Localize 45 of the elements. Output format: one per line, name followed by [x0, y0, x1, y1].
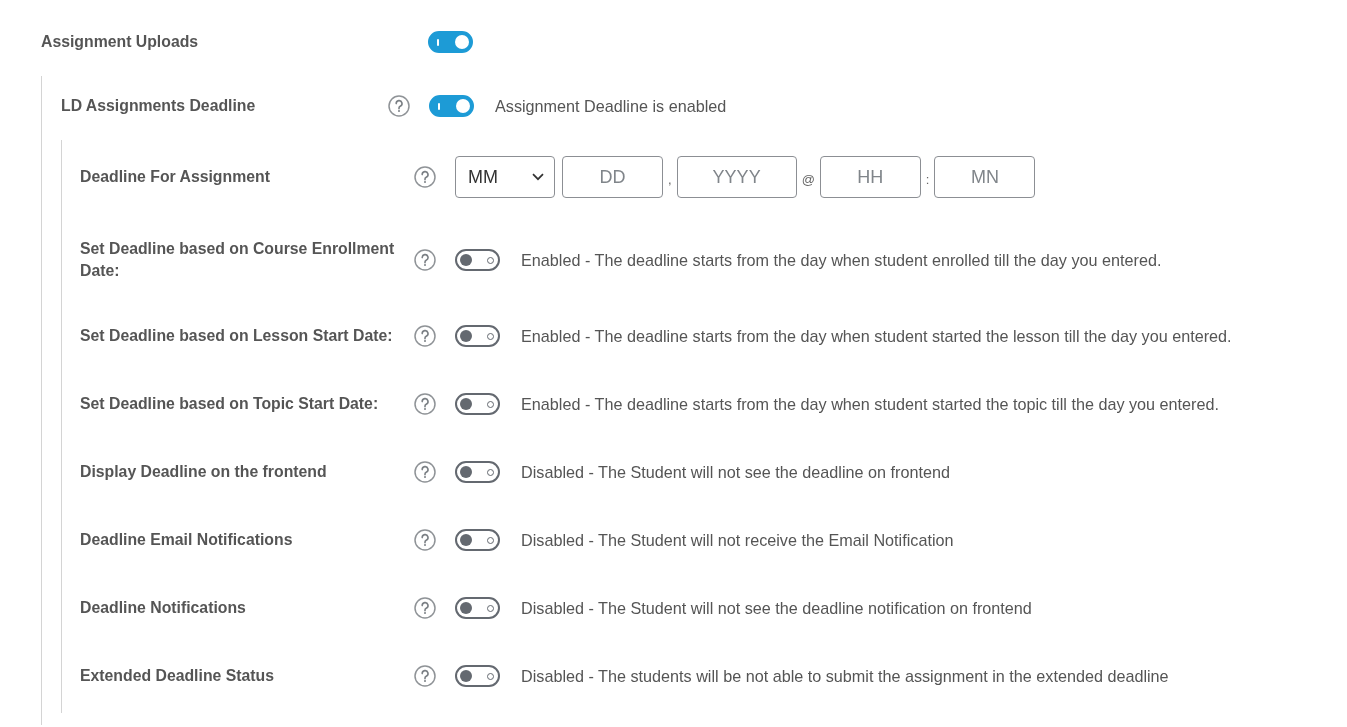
setting-description: Enabled - The deadline starts from the day when student started the topic till the day you entered.	[521, 394, 1219, 415]
month-select[interactable]: MM	[455, 156, 555, 198]
toggle-switch[interactable]	[455, 461, 500, 483]
chevron-down-icon	[532, 173, 544, 181]
toggle-switch[interactable]	[428, 31, 473, 53]
help-icon[interactable]	[414, 325, 436, 347]
help-icon[interactable]	[414, 665, 436, 687]
help-icon[interactable]	[414, 597, 436, 619]
help-icon[interactable]	[414, 393, 436, 415]
help-icon[interactable]	[414, 529, 436, 551]
toggle-switch[interactable]	[455, 249, 500, 271]
setting-label: Assignment Uploads	[41, 32, 200, 52]
setting-label: Display Deadline on the frontend	[80, 462, 328, 482]
toggle-switch[interactable]	[455, 393, 500, 415]
setting-description: Disabled - The Student will not see the deadline notification on frontend	[521, 598, 1032, 619]
date-input[interactable]: YYYY	[676, 156, 797, 198]
setting-label: LD Assignments Deadline	[61, 96, 257, 116]
help-icon[interactable]	[414, 461, 436, 483]
date-input[interactable]: MN	[934, 156, 1036, 198]
setting-description: Disabled - The Student will not see the deadline on frontend	[521, 462, 950, 483]
toggle-switch[interactable]	[455, 665, 500, 687]
setting-label: Set Deadline based on Course Enrollment Date:	[80, 239, 396, 281]
date-separator: @	[800, 170, 816, 187]
toggle-switch[interactable]	[455, 529, 500, 551]
setting-description: Disabled - The Student will not receive the Email Notification	[521, 530, 954, 551]
toggle-switch[interactable]	[429, 95, 474, 117]
setting-label: Extended Deadline Status	[80, 666, 275, 686]
setting-label: Set Deadline based on Topic Start Date:	[80, 394, 380, 414]
date-input[interactable]: HH	[819, 156, 921, 198]
setting-description: Assignment Deadline is enabled	[495, 96, 727, 117]
date-separator: ,	[667, 170, 673, 187]
setting-description: Enabled - The deadline starts from the day when student started the lesson till the day you entered.	[521, 326, 1232, 347]
setting-description: Disabled - The students will be not able to submit the assignment in the extended deadline	[521, 666, 1169, 687]
toggle-switch[interactable]	[455, 325, 500, 347]
setting-description: Enabled - The deadline starts from the day when student enrolled till the day you entered.	[521, 250, 1162, 271]
date-input[interactable]: DD	[562, 156, 663, 198]
setting-label: Deadline Notifications	[80, 598, 247, 618]
setting-label: Deadline For Assignment	[80, 167, 271, 187]
setting-label: Set Deadline based on Lesson Start Date:	[80, 326, 394, 346]
toggle-switch[interactable]	[455, 597, 500, 619]
date-separator: :	[924, 170, 931, 187]
help-icon[interactable]	[414, 166, 436, 188]
help-icon[interactable]	[388, 95, 410, 117]
help-icon[interactable]	[414, 249, 436, 271]
setting-label: Deadline Email Notifications	[80, 530, 294, 550]
